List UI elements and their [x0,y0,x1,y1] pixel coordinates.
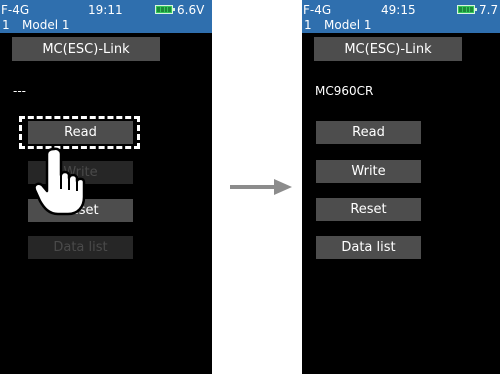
write-button[interactable]: Write [316,160,421,183]
battery-voltage: 7.7 [479,3,499,17]
left-screen: F-4G 19:11 6.6V 1 Model 1 MC(ESC)-Link -… [0,0,212,374]
reset-button[interactable]: Reset [316,198,421,221]
page-title: MC(ESC)-Link [12,37,160,61]
model-row: 1 Model 1 [302,18,500,33]
page-title: MC(ESC)-Link [314,37,462,61]
battery-voltage: 6.6V [177,3,205,17]
esc-status-value: --- [13,84,26,98]
data-list-button[interactable]: Data list [316,236,421,259]
data-list-button[interactable]: Data list [28,236,133,259]
right-screen: F-4G 49:15 7.7 1 Model 1 MC(ESC)-Link MC… [302,0,500,374]
battery-icon [155,5,175,14]
timer-display: 19:11 [88,3,123,17]
transmitter-name: F-4G [303,3,332,17]
model-name: Model 1 [324,18,372,32]
model-name: Model 1 [22,18,70,32]
model-number: 1 [304,18,312,32]
right-arrow-icon [230,179,292,195]
pointing-hand-icon [33,147,86,216]
model-number: 1 [2,18,10,32]
battery-icon [457,5,477,14]
timer-display: 49:15 [381,3,416,17]
transmitter-name: F-4G [1,3,30,17]
model-row: 1 Model 1 [0,18,212,33]
read-button[interactable]: Read [316,121,421,144]
esc-model-value: MC960CR [315,84,374,98]
